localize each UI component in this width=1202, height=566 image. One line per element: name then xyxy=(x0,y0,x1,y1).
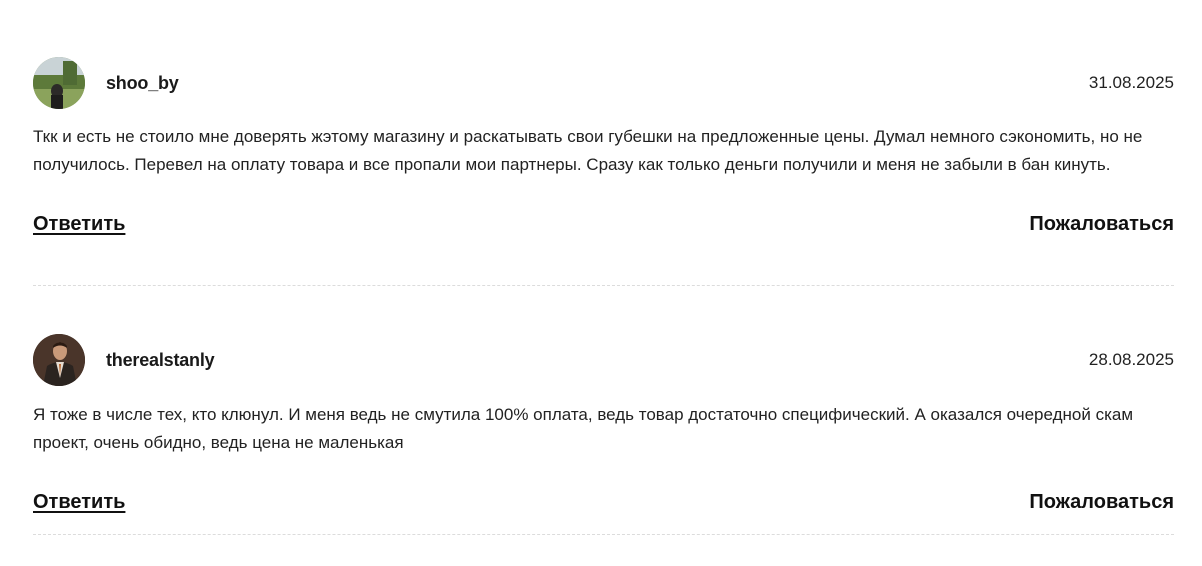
report-link[interactable]: Пожаловаться xyxy=(1029,491,1174,514)
reply-link[interactable]: Ответить xyxy=(33,213,125,236)
comment-item: shoo_by 31.08.2025 Ткк и есть не стоило … xyxy=(33,0,1174,286)
comment-text: Я тоже в числе тех, кто клюнул. И меня в… xyxy=(33,405,1134,452)
comment-date: 31.08.2025 xyxy=(1088,73,1174,92)
comment-item: therealstanly 28.08.2025 Я тоже в числе … xyxy=(33,286,1174,535)
comment-header: therealstanly 28.08.2025 xyxy=(33,333,1174,387)
comment-header: shoo_by 31.08.2025 xyxy=(33,56,1174,110)
user-photo-icon xyxy=(33,334,85,386)
comments-list: shoo_by 31.08.2025 Ткк и есть не стоило … xyxy=(33,0,1174,535)
comment-date: 28.08.2025 xyxy=(1088,350,1174,369)
avatar[interactable] xyxy=(33,57,85,109)
avatar[interactable] xyxy=(33,334,85,386)
comment-author[interactable]: therealstanly xyxy=(106,350,215,371)
comment-author[interactable]: shoo_by xyxy=(106,73,179,94)
comment-text: Ткк и есть не стоило мне доверять жэтому… xyxy=(33,127,1143,174)
user-photo-icon xyxy=(33,57,85,109)
report-link[interactable]: Пожаловаться xyxy=(1029,213,1174,236)
comment-actions: Ответить Пожаловаться xyxy=(33,213,1174,236)
comment-actions: Ответить Пожаловаться xyxy=(33,491,1174,514)
reply-link[interactable]: Ответить xyxy=(33,491,125,514)
